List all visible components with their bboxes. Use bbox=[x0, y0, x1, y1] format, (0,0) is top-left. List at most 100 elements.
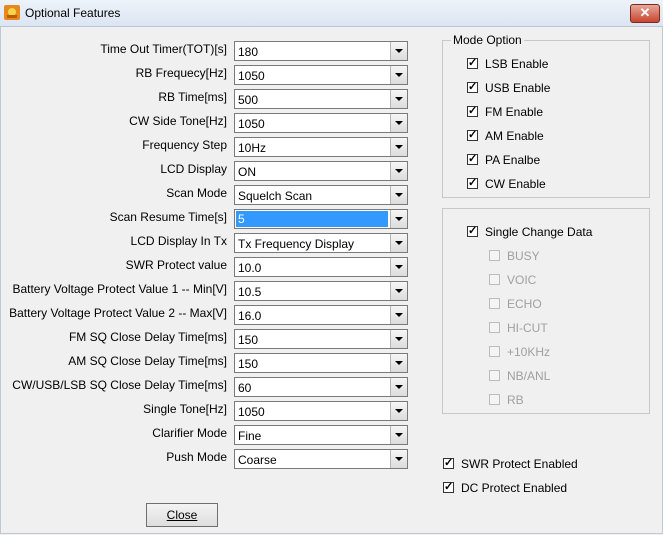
swr-protect-value-select[interactable]: 10.0 bbox=[234, 257, 408, 277]
chevron-down-icon[interactable] bbox=[390, 234, 407, 252]
battery-min-select[interactable]: 10.5 bbox=[234, 281, 408, 301]
checkbox-box[interactable] bbox=[489, 394, 500, 405]
tot-label: Time Out Timer(TOT)[s] bbox=[100, 42, 227, 56]
rb-time-value: 500 bbox=[238, 93, 259, 107]
check-icon[interactable]: ✓ bbox=[467, 154, 478, 165]
chevron-down-icon[interactable] bbox=[390, 258, 407, 276]
clarifier-mode-select[interactable]: Fine bbox=[234, 425, 408, 445]
cw-usb-lsb-sq-delay-value: 60 bbox=[238, 381, 252, 395]
cw-side-tone-select[interactable]: 1050 bbox=[234, 113, 408, 133]
cw-side-tone-label: CW Side Tone[Hz] bbox=[129, 114, 227, 128]
swr-protect-enabled-label: SWR Protect Enabled bbox=[461, 457, 578, 471]
title-bar: Optional Features ✕ bbox=[0, 0, 663, 27]
rb-label: RB bbox=[507, 393, 524, 407]
lcd-display-in-tx-label: LCD Display In Tx bbox=[130, 234, 227, 248]
check-icon[interactable]: ✓ bbox=[467, 106, 478, 117]
clarifier-mode-value: Fine bbox=[238, 429, 262, 443]
battery-min-label: Battery Voltage Protect Value 1 -- Min[V… bbox=[12, 282, 227, 296]
chevron-down-icon[interactable] bbox=[390, 186, 407, 204]
check-icon[interactable]: ✓ bbox=[467, 178, 478, 189]
checkbox-box[interactable] bbox=[489, 250, 500, 261]
battery-max-select[interactable]: 16.0 bbox=[234, 305, 408, 325]
chevron-down-icon[interactable] bbox=[390, 450, 407, 468]
fm-enable-label: FM Enable bbox=[485, 105, 544, 119]
single-tone-select[interactable]: 1050 bbox=[234, 401, 408, 421]
window-title: Optional Features bbox=[25, 6, 121, 20]
chevron-down-icon[interactable] bbox=[390, 378, 407, 396]
rb-frequency-select[interactable]: 1050 bbox=[234, 65, 408, 85]
close-button[interactable]: Close bbox=[146, 503, 218, 527]
push-mode-select[interactable]: Coarse bbox=[234, 449, 408, 469]
checkbox-box[interactable] bbox=[489, 298, 500, 309]
scan-resume-time-label: Scan Resume Time[s] bbox=[109, 210, 227, 224]
am-sq-delay-value: 150 bbox=[238, 357, 259, 371]
single-tone-label: Single Tone[Hz] bbox=[143, 402, 227, 416]
clarifier-mode-label: Clarifier Mode bbox=[152, 426, 227, 440]
checkbox-box[interactable] bbox=[489, 274, 500, 285]
rb-time-select[interactable]: 500 bbox=[234, 89, 408, 109]
chevron-down-icon[interactable] bbox=[390, 330, 407, 348]
tot-value: 180 bbox=[238, 45, 259, 59]
chevron-down-icon[interactable] bbox=[390, 282, 407, 300]
mode-option-title: Mode Option bbox=[451, 33, 524, 47]
checkbox-box[interactable] bbox=[489, 346, 500, 357]
lcd-display-label: LCD Display bbox=[160, 162, 227, 176]
tot-select[interactable]: 180 bbox=[234, 41, 408, 61]
chevron-down-icon[interactable] bbox=[390, 402, 407, 420]
am-sq-delay-label: AM SQ Close Delay Time[ms] bbox=[68, 354, 227, 368]
dc-protect-enabled-label: DC Protect Enabled bbox=[461, 481, 568, 495]
checkbox-box[interactable] bbox=[489, 322, 500, 333]
checkbox-box[interactable] bbox=[489, 370, 500, 381]
cw-usb-lsb-sq-delay-select[interactable]: 60 bbox=[234, 377, 408, 397]
chevron-down-icon[interactable] bbox=[390, 306, 407, 324]
lcd-display-select[interactable]: ON bbox=[234, 161, 408, 181]
frequency-step-select[interactable]: 10Hz bbox=[234, 137, 408, 157]
scan-resume-time-select[interactable]: 5 bbox=[234, 209, 408, 229]
am-sq-delay-select[interactable]: 150 bbox=[234, 353, 408, 373]
chevron-down-icon[interactable] bbox=[390, 426, 407, 444]
push-mode-label: Push Mode bbox=[166, 450, 227, 464]
fm-sq-delay-select[interactable]: 150 bbox=[234, 329, 408, 349]
pa-enable-label: PA Enalbe bbox=[485, 153, 541, 167]
battery-max-label: Battery Voltage Protect Value 2 -- Max[V… bbox=[9, 306, 227, 320]
app-icon bbox=[4, 5, 20, 20]
fm-sq-delay-value: 150 bbox=[238, 333, 259, 347]
single-change-data-label: Single Change Data bbox=[485, 225, 593, 239]
rb-time-label: RB Time[ms] bbox=[158, 90, 227, 104]
echo-label: ECHO bbox=[507, 297, 542, 311]
mode-option-group: Mode Option ✓ LSB Enable ✓ USB Enable ✓ FM … bbox=[442, 33, 650, 198]
push-mode-value: Coarse bbox=[238, 453, 277, 467]
single-tone-value: 1050 bbox=[238, 405, 265, 419]
check-icon[interactable]: ✓ bbox=[467, 58, 478, 69]
chevron-down-icon[interactable] bbox=[390, 354, 407, 372]
battery-min-value: 10.5 bbox=[238, 285, 262, 299]
usb-enable-label: USB Enable bbox=[485, 81, 551, 95]
chevron-down-icon[interactable] bbox=[390, 42, 407, 60]
hi-cut-label: HI-CUT bbox=[507, 321, 548, 335]
scan-mode-value: Squelch Scan bbox=[238, 189, 313, 203]
frequency-step-value: 10Hz bbox=[238, 141, 267, 155]
lcd-display-in-tx-value: Tx Frequency Display bbox=[238, 237, 355, 251]
check-icon[interactable]: ✓ bbox=[443, 458, 454, 469]
check-icon[interactable]: ✓ bbox=[467, 82, 478, 93]
chevron-down-icon[interactable] bbox=[390, 138, 407, 156]
chevron-down-icon[interactable] bbox=[390, 114, 407, 132]
busy-label: BUSY bbox=[507, 249, 540, 263]
window-close-icon[interactable]: ✕ bbox=[630, 4, 660, 23]
check-icon[interactable]: ✓ bbox=[467, 226, 478, 237]
cw-side-tone-value: 1050 bbox=[238, 117, 265, 131]
chevron-down-icon[interactable] bbox=[390, 162, 407, 180]
scan-mode-select[interactable]: Squelch Scan bbox=[234, 185, 408, 205]
check-icon[interactable]: ✓ bbox=[443, 482, 454, 493]
check-icon[interactable]: ✓ bbox=[467, 130, 478, 141]
chevron-down-icon[interactable] bbox=[390, 66, 407, 84]
rb-frequency-value: 1050 bbox=[238, 69, 265, 83]
scan-mode-label: Scan Mode bbox=[166, 186, 227, 200]
battery-max-value: 16.0 bbox=[238, 309, 262, 323]
swr-protect-value-value: 10.0 bbox=[238, 261, 262, 275]
lcd-display-in-tx-select[interactable]: Tx Frequency Display bbox=[234, 233, 408, 253]
close-button-label: Close bbox=[166, 508, 198, 522]
chevron-down-icon[interactable] bbox=[390, 210, 407, 228]
fm-sq-delay-label: FM SQ Close Delay Time[ms] bbox=[68, 330, 227, 344]
chevron-down-icon[interactable] bbox=[390, 90, 407, 108]
